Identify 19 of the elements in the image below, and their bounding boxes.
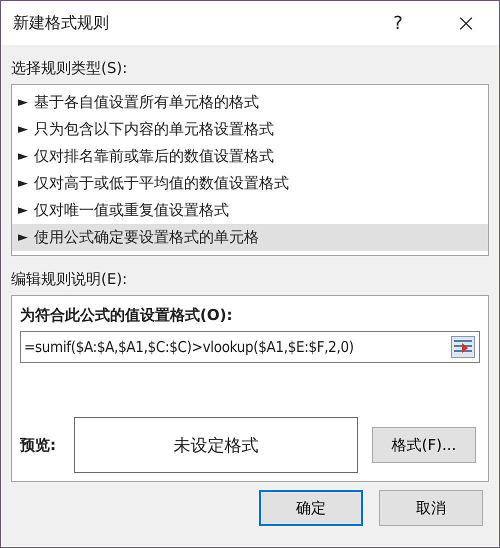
formula-field[interactable]: =sumif($A:$A,$A1,$C:$C)>vlookup($A1,$E:$F,2,0) [20, 331, 480, 363]
close-button[interactable]: × [451, 9, 481, 37]
rule-type-item[interactable]: ► 使用公式确定要设置格式的单元格 [12, 224, 488, 251]
rule-type-item[interactable]: ► 仅对排名靠前或靠后的数值设置格式 [12, 143, 488, 170]
preview-box: 未设定格式 [74, 417, 358, 473]
rule-type-item[interactable]: ► 仅对高于或低于平均值的数值设置格式 [12, 170, 488, 197]
rule-type-label: 选择规则类型(S): [11, 59, 128, 78]
dialog-button[interactable]: 取消 [379, 490, 483, 526]
rule-type-item[interactable]: ► 基于各自值设置所有单元格的格式 [12, 89, 488, 116]
preview-label: 预览: [20, 436, 57, 454]
format-button[interactable]: 格式(F)... [372, 427, 476, 463]
description-label: 编辑规则说明(E): [11, 270, 128, 289]
help-button[interactable]: ? [383, 12, 413, 34]
rule-type-item[interactable]: ► 只为包含以下内容的单元格设置格式 [12, 116, 488, 143]
dialog-button[interactable]: 确定 [259, 490, 363, 526]
rule-type-item[interactable]: ► 仅对唯一值或重复值设置格式 [12, 197, 488, 224]
range-select-icon[interactable] [451, 336, 475, 358]
formula-label: 为符合此公式的值设置格式(O): [20, 306, 234, 325]
window-title: 新建格式规则 [13, 12, 110, 34]
